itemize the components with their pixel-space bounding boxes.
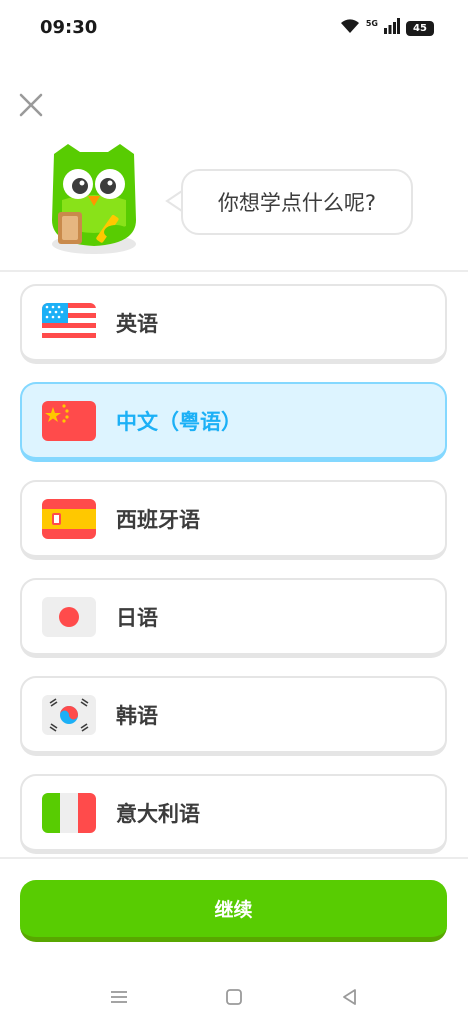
- system-nav-bar: [0, 972, 468, 1024]
- language-option-spanish[interactable]: 西班牙语: [20, 480, 447, 560]
- continue-button[interactable]: 继续: [20, 880, 447, 942]
- language-label: 日语: [116, 605, 158, 630]
- language-label: 韩语: [116, 703, 158, 728]
- back-icon: [343, 989, 356, 1005]
- status-icons: 5G 45: [340, 18, 434, 38]
- language-label: 意大利语: [116, 801, 200, 826]
- network-label: 5G: [365, 18, 378, 28]
- close-icon: [19, 93, 43, 117]
- italy-flag-icon: [42, 792, 96, 833]
- korea-flag-icon: [42, 694, 96, 735]
- status-bar: 09:30 5G 45: [0, 0, 468, 58]
- language-option-english[interactable]: 英语: [20, 284, 447, 364]
- language-option-korean[interactable]: 韩语: [20, 676, 447, 756]
- status-time: 09:30: [40, 17, 98, 38]
- prompt-text: 你想学点什么呢?: [217, 191, 377, 215]
- home-icon: [226, 989, 242, 1005]
- close-button[interactable]: [16, 90, 46, 120]
- language-label: 中文（粤语）: [116, 409, 242, 434]
- signal-icon: [384, 18, 400, 38]
- continue-label: 继续: [214, 899, 253, 921]
- back-button[interactable]: [336, 984, 362, 1010]
- battery-icon: 45: [406, 20, 434, 36]
- language-option-cantonese[interactable]: 中文（粤语）: [20, 382, 447, 462]
- language-option-italian[interactable]: 意大利语: [20, 774, 447, 854]
- us-flag-icon: [42, 302, 96, 343]
- menu-button[interactable]: [106, 984, 132, 1010]
- language-label: 西班牙语: [116, 507, 200, 532]
- language-option-japanese[interactable]: 日语: [20, 578, 447, 658]
- home-button[interactable]: [221, 984, 247, 1010]
- owl-mascot: [44, 140, 144, 258]
- spain-flag-icon: [42, 498, 96, 539]
- speech-bubble: 你想学点什么呢?: [181, 169, 413, 235]
- china-flag-icon: [42, 400, 96, 441]
- wifi-icon: [340, 18, 360, 38]
- menu-icon: [111, 991, 127, 1003]
- japan-flag-icon: [42, 596, 96, 637]
- footer-divider: [0, 857, 468, 859]
- language-label: 英语: [116, 311, 158, 336]
- header-divider: [0, 270, 468, 272]
